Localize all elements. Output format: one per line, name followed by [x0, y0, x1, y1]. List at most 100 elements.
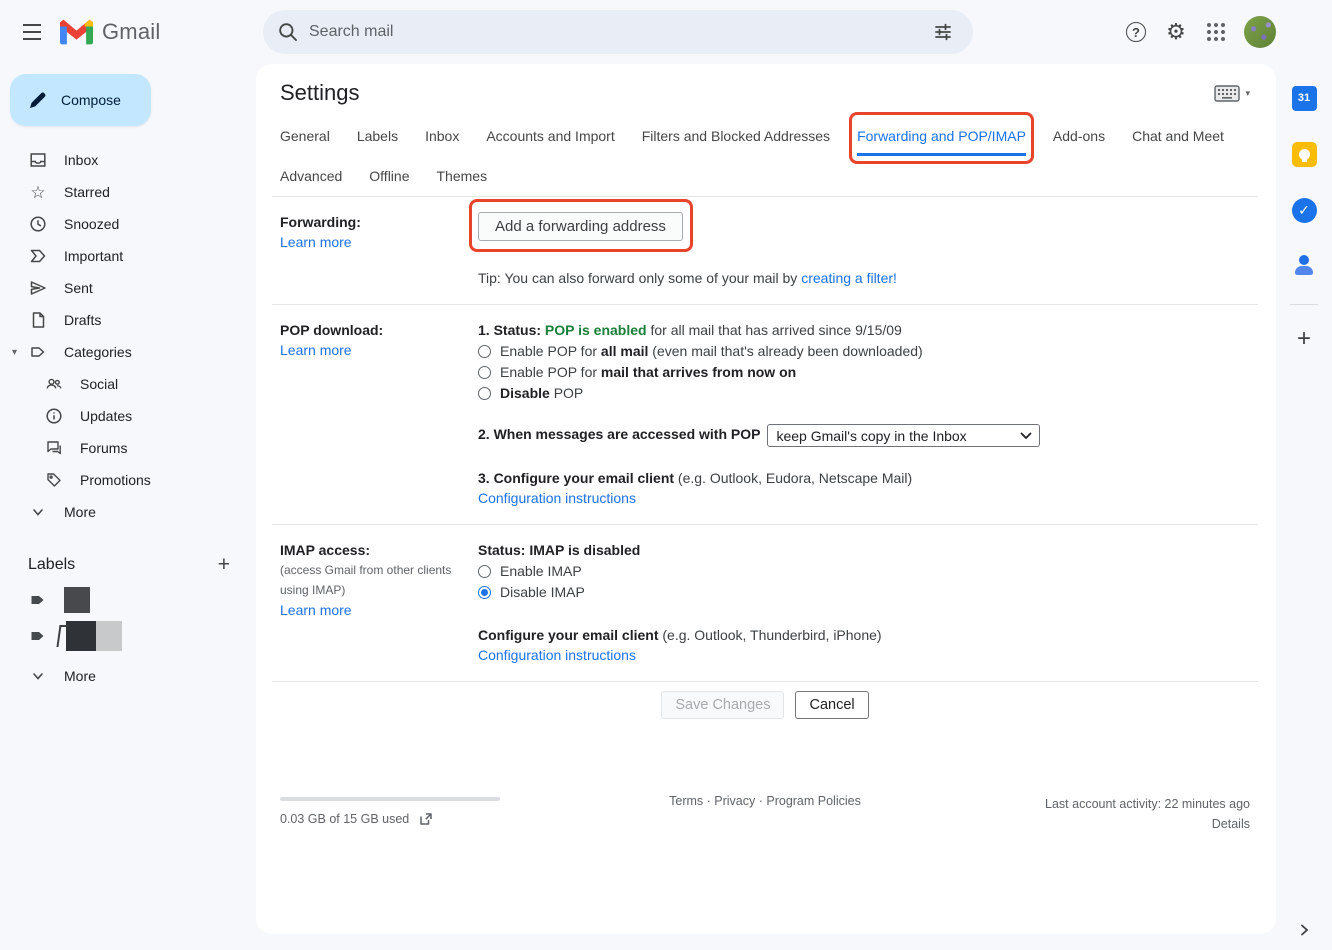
label-item-2[interactable] — [0, 618, 256, 654]
creating-a-filter-link[interactable]: creating a filter! — [801, 270, 897, 286]
compose-button[interactable]: Compose — [10, 74, 151, 126]
labels-header: Labels + — [0, 548, 256, 582]
profile-avatar[interactable] — [1244, 16, 1276, 48]
get-add-ons-icon[interactable]: + — [1284, 319, 1324, 359]
sidebar-item-social[interactable]: Social — [0, 368, 256, 400]
chevron-down-icon — [28, 669, 48, 683]
radio-button[interactable] — [478, 565, 491, 578]
chevron-down-icon: ▾ — [1245, 88, 1250, 99]
contacts-icon[interactable] — [1284, 246, 1324, 286]
settings-tabs-row-1: General Labels Inbox Accounts and Import… — [272, 116, 1258, 156]
search-bar[interactable] — [263, 10, 973, 54]
sidebar-item-sent[interactable]: Sent — [0, 272, 256, 304]
search-options-icon[interactable] — [923, 12, 963, 52]
sent-icon — [28, 279, 48, 297]
form-actions: Save Changes Cancel — [272, 682, 1258, 729]
label-item-1[interactable] — [0, 582, 256, 618]
topbar: Gmail ? ⚙ — [0, 0, 1332, 64]
side-panel: 31 ✓ + — [1276, 64, 1332, 950]
tab-offline[interactable]: Offline — [369, 156, 409, 196]
radio-button-selected[interactable] — [478, 586, 491, 599]
forwarding-learn-more-link[interactable]: Learn more — [280, 232, 478, 252]
settings-panel: Settings ▾ General Labels Inbox Accounts… — [256, 64, 1276, 934]
social-icon — [44, 375, 64, 393]
labels-more[interactable]: More — [0, 660, 256, 692]
sidebar-item-updates[interactable]: Updates — [0, 400, 256, 432]
tab-add-ons[interactable]: Add-ons — [1053, 116, 1105, 156]
gmail-m-icon — [60, 19, 93, 45]
sidebar-item-categories[interactable]: ▾ Categories — [0, 336, 256, 368]
imap-learn-more-link[interactable]: Learn more — [280, 600, 478, 620]
add-forwarding-address-button[interactable]: Add a forwarding address — [478, 212, 683, 241]
pop-configure-line: 3. Configure your email client (e.g. Out… — [478, 468, 1250, 488]
pop-option-from-now-on: Enable POP for mail that arrives from no… — [478, 362, 1250, 382]
tab-filters-and-blocked-addresses[interactable]: Filters and Blocked Addresses — [642, 116, 830, 156]
search-input[interactable] — [309, 23, 923, 41]
tasks-icon[interactable]: ✓ — [1284, 190, 1324, 230]
tab-labels[interactable]: Labels — [357, 116, 398, 156]
pop-option-disable: Disable POP — [478, 383, 1250, 403]
create-label-icon[interactable]: + — [218, 553, 230, 577]
keep-icon[interactable] — [1284, 134, 1324, 174]
footer-links[interactable]: Terms · Privacy · Program Policies — [580, 791, 950, 834]
sidebar-item-more[interactable]: More — [0, 496, 256, 528]
main-menu-icon[interactable] — [8, 8, 56, 56]
sidebar-item-inbox[interactable]: Inbox — [0, 144, 256, 176]
info-icon — [44, 407, 64, 425]
sidebar-item-promotions[interactable]: Promotions — [0, 464, 256, 496]
topbar-actions: ? ⚙ — [1116, 12, 1276, 52]
imap-configuration-instructions-link[interactable]: Configuration instructions — [478, 645, 1250, 665]
tab-accounts-and-import[interactable]: Accounts and Import — [486, 116, 614, 156]
keyboard-icon — [1214, 85, 1240, 102]
radio-button[interactable] — [478, 345, 491, 358]
tab-chat-and-meet[interactable]: Chat and Meet — [1132, 116, 1224, 156]
important-icon — [28, 247, 48, 265]
tab-general[interactable]: General — [280, 116, 330, 156]
pop-learn-more-link[interactable]: Learn more — [280, 340, 478, 360]
apps-grid-icon[interactable] — [1196, 12, 1236, 52]
expand-caret-icon[interactable]: ▾ — [12, 347, 28, 358]
draft-icon — [28, 311, 48, 329]
pop-configuration-instructions-link[interactable]: Configuration instructions — [478, 488, 1250, 508]
external-link-icon[interactable] — [419, 812, 433, 826]
gmail-logo[interactable]: Gmail — [60, 19, 160, 45]
imap-option-enable: Enable IMAP — [478, 561, 1250, 581]
sidebar-item-drafts[interactable]: Drafts — [0, 304, 256, 336]
star-icon: ☆ — [28, 184, 48, 201]
imap-label: IMAP access: — [280, 540, 478, 560]
label-tag-icon — [28, 591, 48, 609]
cancel-button[interactable]: Cancel — [795, 691, 868, 719]
gmail-settings-page: { "topbar": { "logo_text": "Gmail", "sea… — [0, 0, 1332, 950]
tab-advanced[interactable]: Advanced — [280, 156, 342, 196]
collapse-panel-icon[interactable] — [1298, 924, 1310, 936]
radio-button[interactable] — [478, 387, 491, 400]
input-tools-toggle[interactable]: ▾ — [1214, 85, 1250, 102]
divider — [1290, 304, 1318, 305]
last-activity-text: Last account activity: 22 minutes ago — [950, 794, 1250, 814]
help-icon[interactable]: ? — [1116, 12, 1156, 52]
pop-access-select[interactable]: keep Gmail's copy in the Inbox — [767, 424, 1040, 447]
label-tag-icon — [28, 627, 48, 645]
calendar-icon[interactable]: 31 — [1284, 78, 1324, 118]
settings-tabs-row-2: Advanced Offline Themes — [272, 156, 1258, 196]
clock-icon — [28, 215, 48, 233]
sidebar-item-important[interactable]: Important — [0, 240, 256, 272]
sidebar-item-snoozed[interactable]: Snoozed — [0, 208, 256, 240]
sidebar-item-forums[interactable]: Forums — [0, 432, 256, 464]
radio-button[interactable] — [478, 366, 491, 379]
sidebar-item-starred[interactable]: ☆ Starred — [0, 176, 256, 208]
search-icon[interactable] — [277, 21, 299, 43]
sidebar-nav: Inbox ☆ Starred Snoozed Important Sent D… — [0, 144, 256, 528]
pop-status-value: POP is enabled — [545, 322, 647, 338]
tab-forwarding-and-pop-imap[interactable]: Forwarding and POP/IMAP — [857, 116, 1026, 156]
page-title: Settings — [280, 80, 360, 106]
tab-inbox[interactable]: Inbox — [425, 116, 459, 156]
save-changes-button[interactable]: Save Changes — [661, 691, 784, 719]
tab-themes[interactable]: Themes — [437, 156, 488, 196]
forwarding-label: Forwarding: — [280, 212, 478, 232]
details-link[interactable]: Details — [950, 814, 1250, 834]
pop-download-section: POP download: Learn more 1. Status: POP … — [272, 305, 1258, 524]
imap-option-disable: Disable IMAP — [478, 582, 1250, 602]
chevron-down-icon — [28, 505, 48, 519]
settings-gear-icon[interactable]: ⚙ — [1156, 12, 1196, 52]
